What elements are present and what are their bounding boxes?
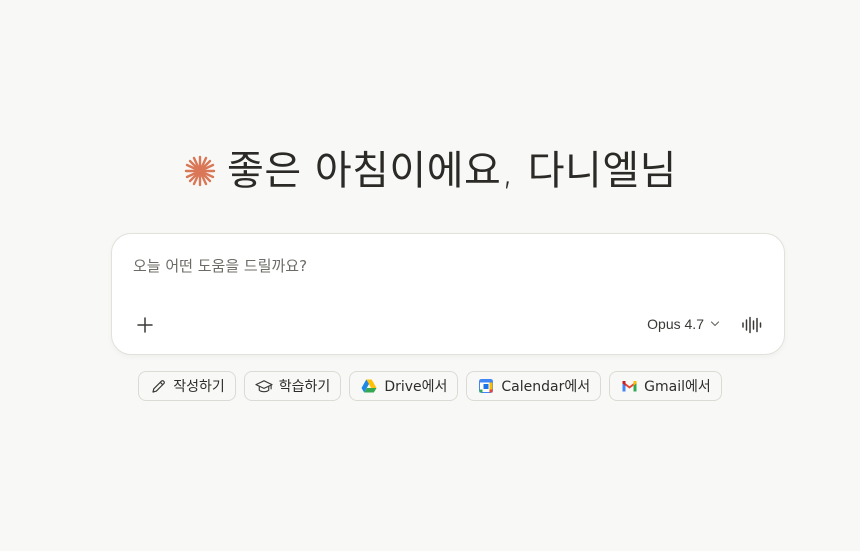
google-calendar-icon [477, 377, 495, 395]
suggestion-chips: 작성하기 학습하기 Drive에서 Calendar에서 Gmail에서 [0, 371, 860, 401]
chip-drive[interactable]: Drive에서 [349, 371, 459, 401]
chip-label: Drive에서 [384, 379, 448, 395]
chip-gmail[interactable]: Gmail에서 [609, 371, 722, 401]
pencil-icon [149, 377, 167, 395]
home-page: 좋은 아침이에요, 다니엘님 오늘 어떤 도움을 드릴까요? Opus 4.7 [0, 0, 860, 551]
chip-write[interactable]: 작성하기 [138, 371, 236, 401]
gmail-icon [620, 377, 638, 395]
chip-learn[interactable]: 학습하기 [243, 371, 342, 401]
chevron-down-icon [710, 321, 720, 327]
chip-calendar[interactable]: Calendar에서 [466, 371, 602, 401]
model-label: Opus 4.7 [647, 316, 704, 332]
prompt-input[interactable]: 오늘 어떤 도움을 드릴까요? [133, 255, 307, 276]
chip-label: Calendar에서 [501, 379, 591, 395]
greeting: 좋은 아침이에요, 다니엘님 [0, 144, 860, 198]
graduation-cap-icon [255, 377, 273, 395]
greeting-title: 좋은 아침이에요, 다니엘님 [227, 148, 677, 194]
chip-label: Gmail에서 [644, 379, 711, 395]
google-drive-icon [360, 377, 378, 395]
chip-label: 학습하기 [278, 379, 331, 395]
voice-mode-button[interactable] [740, 314, 764, 336]
plus-icon [137, 317, 153, 333]
waveform-icon [742, 316, 762, 334]
chip-label: 작성하기 [173, 379, 225, 395]
model-selector[interactable]: Opus 4.7 [647, 316, 720, 332]
sparkle-logo-icon [183, 154, 217, 188]
add-attachment-button[interactable] [134, 314, 156, 336]
prompt-composer[interactable]: 오늘 어떤 도움을 드릴까요? Opus 4.7 [111, 233, 785, 355]
